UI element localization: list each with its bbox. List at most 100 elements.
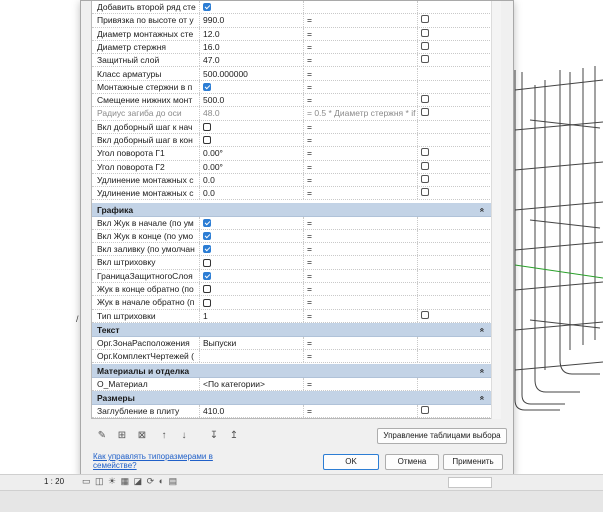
parameter-row[interactable]: Вкл Жук в конце (по умо = [92, 229, 492, 244]
parameter-value[interactable] [200, 296, 304, 309]
parameter-value[interactable] [200, 283, 304, 296]
parameter-row[interactable]: Угол поворота Г1 0.00° = [92, 147, 492, 161]
instance-checkbox[interactable] [421, 148, 429, 157]
parameter-row[interactable]: Вкл доборный шаг в кон = [92, 134, 492, 148]
parameter-value[interactable] [200, 134, 304, 147]
view-scale[interactable]: 1 : 20 [44, 477, 64, 486]
parameter-row[interactable]: Монтажные стержни в п = [92, 80, 492, 95]
instance-checkbox[interactable] [421, 95, 429, 104]
parameter-value[interactable] [200, 256, 304, 269]
parameter-formula[interactable]: = [304, 309, 418, 322]
parameter-row[interactable]: Добавить второй ряд сте [92, 1, 492, 15]
parameter-formula[interactable]: = [304, 173, 418, 187]
value-checkbox[interactable] [203, 285, 211, 294]
instance-checkbox[interactable] [421, 55, 429, 64]
parameter-value[interactable] [200, 350, 304, 363]
parameter-row[interactable]: Вкл штриховку = [92, 256, 492, 270]
group-header[interactable]: Материалы и отделка » [92, 363, 492, 378]
apply-button[interactable]: Применить [443, 454, 503, 470]
parameter-formula[interactable]: = [304, 80, 418, 94]
parameter-value[interactable] [200, 269, 304, 282]
instance-checkbox[interactable] [421, 15, 429, 24]
parameter-value[interactable]: 500.000000 [200, 67, 304, 80]
parameter-row[interactable]: Жук в конце обратно (по = [92, 283, 492, 297]
parameter-row[interactable]: Удлинение монтажных с 0.0 = [92, 187, 492, 201]
instance-checkbox[interactable] [421, 310, 429, 319]
ok-button[interactable]: OK [323, 454, 379, 470]
value-checkbox[interactable] [203, 3, 211, 12]
parameter-value[interactable]: 500.0 [200, 94, 304, 107]
parameter-instance[interactable] [418, 28, 492, 40]
parameter-instance[interactable] [418, 54, 492, 66]
new-parameter-icon[interactable]: ⊞ [115, 429, 129, 443]
parameter-value[interactable] [200, 120, 304, 133]
parameter-value[interactable]: 16.0 [200, 40, 304, 54]
parameter-instance[interactable] [418, 107, 492, 119]
parameter-formula[interactable]: = 0.5 * Диаметр стержня * if [304, 107, 418, 120]
value-checkbox[interactable] [203, 298, 211, 307]
move-up-icon[interactable]: ↑ [157, 429, 171, 443]
parameter-row[interactable]: Орг.ЗонаРасположения Выпуски = [92, 336, 492, 351]
parameter-formula[interactable]: = [304, 216, 418, 229]
parameter-row[interactable]: ГраницаЗащитногоСлоя = [92, 269, 492, 283]
instance-checkbox[interactable] [421, 28, 429, 37]
parameter-value[interactable] [200, 216, 304, 229]
parameter-formula[interactable]: = [304, 94, 418, 107]
parameter-instance[interactable] [418, 310, 492, 322]
parameter-row[interactable]: Диаметр монтажных сте 12.0 = [92, 27, 492, 41]
parameter-row[interactable]: Жук в начале обратно (п = [92, 296, 492, 310]
parameter-formula[interactable]: = [304, 296, 418, 309]
delete-parameter-icon[interactable]: ⊠ [135, 429, 149, 443]
cancel-button[interactable]: Отмена [385, 454, 439, 470]
sort-ascending-icon[interactable]: ↧ [207, 429, 221, 443]
value-checkbox[interactable] [203, 245, 211, 254]
parameter-formula[interactable]: = [304, 404, 418, 418]
parameter-instance[interactable] [418, 187, 492, 199]
parameter-instance[interactable] [418, 14, 492, 26]
value-checkbox[interactable] [203, 232, 211, 241]
parameter-value[interactable]: <По категории> [200, 377, 304, 390]
parameter-value[interactable]: 0.00° [200, 160, 304, 173]
parameter-formula[interactable]: = [304, 54, 418, 67]
pencil-icon[interactable]: ✎ [95, 429, 109, 443]
parameter-row[interactable]: Диаметр стержня 16.0 = [92, 40, 492, 55]
parameter-formula[interactable]: = [304, 67, 418, 80]
value-checkbox[interactable] [203, 83, 211, 92]
parameter-value[interactable]: 1 [200, 309, 304, 322]
parameter-instance[interactable] [418, 174, 492, 186]
parameter-formula[interactable]: = [304, 187, 418, 200]
parameter-formula[interactable]: = [304, 40, 418, 54]
manage-lookup-tables-button[interactable]: Управление таблицами выбора [377, 428, 507, 444]
parameter-instance[interactable] [418, 405, 492, 417]
collapse-icon[interactable]: » [475, 207, 489, 211]
parameter-formula[interactable]: = [304, 147, 418, 160]
sort-descending-icon[interactable]: ↥ [227, 429, 241, 443]
parameter-row[interactable]: Радиус загиба до оси 48.0 = 0.5 * Диаметр … [92, 107, 492, 121]
parameter-value[interactable]: 0.0 [200, 187, 304, 200]
parameter-value[interactable]: 47.0 [200, 54, 304, 67]
parameter-row[interactable]: Класс арматуры 500.000000 = [92, 67, 492, 81]
parameter-instance[interactable] [418, 147, 492, 159]
parameter-row[interactable]: Вкл заливку (по умолчан = [92, 243, 492, 257]
parameter-row[interactable]: Привязка по высоте от у 990.0 = [92, 14, 492, 28]
parameter-row[interactable]: Вкл Жук в начале (по ум = [92, 216, 492, 230]
parameter-formula[interactable]: = [304, 283, 418, 296]
collapse-icon[interactable]: » [475, 368, 489, 372]
group-header[interactable]: Размеры » [92, 390, 492, 405]
parameter-instance[interactable] [418, 161, 492, 173]
parameter-value[interactable]: 0.00° [200, 147, 304, 160]
value-checkbox[interactable] [203, 136, 211, 145]
collapse-icon[interactable]: » [475, 328, 489, 332]
view-control-icons[interactable]: ▭ ◫ ☀ ▦ ◪ ⟳ ◐ ▤ [82, 476, 178, 487]
parameter-instance[interactable] [418, 94, 492, 106]
group-header[interactable]: Текст » [92, 322, 492, 337]
instance-checkbox[interactable] [421, 41, 429, 50]
value-checkbox[interactable] [203, 122, 211, 131]
parameter-formula[interactable]: = [304, 243, 418, 256]
parameter-formula[interactable]: = [304, 336, 418, 350]
parameter-formula[interactable]: = [304, 27, 418, 40]
help-link[interactable]: Как управлять типоразмерами в семействе? [93, 452, 233, 470]
parameter-value[interactable] [200, 229, 304, 243]
parameter-row[interactable]: Смещение нижних монт 500.0 = [92, 94, 492, 108]
group-header[interactable]: Графика » [92, 202, 492, 217]
